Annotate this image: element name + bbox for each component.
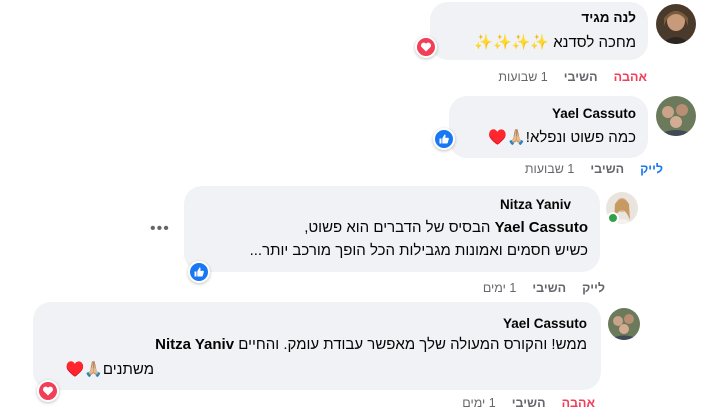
comment-text: Yael Cassuto הבסיס של הדברים הוא פשוט, <box>304 217 588 238</box>
like-button[interactable]: לייק <box>582 281 605 295</box>
reply-button[interactable]: השיבי <box>564 70 598 84</box>
comment-timestamp[interactable]: 1 שבועות <box>498 70 547 84</box>
comment-text: ממש! והקורס המעולה שלך מאפשר עבודת עומק.… <box>155 334 587 355</box>
comment-bubble: Yael Cassuto כמה פשוט ונפלא!🙏🏼♥️ <box>449 96 648 158</box>
comment-text-line2: כשיש חסמים ואמונות מגבילות הכל הופך מורכ… <box>249 242 588 259</box>
reply-button[interactable]: השיבי <box>512 396 546 410</box>
avatar[interactable] <box>656 4 696 44</box>
comment-text-rest: הבסיס של הדברים הוא פשוט, <box>304 219 495 236</box>
comment-timestamp[interactable]: 1 ימים <box>483 281 517 295</box>
comment-bubble: Yael Cassuto ממש! והקורס המעולה שלך מאפש… <box>33 302 601 390</box>
like-reaction-icon[interactable] <box>433 128 455 150</box>
mention-link[interactable]: Yael Cassuto <box>495 219 588 236</box>
comment-timestamp[interactable]: 1 ימים <box>462 396 496 410</box>
heart-reaction-icon[interactable] <box>415 36 437 58</box>
comment-text-start: ממש! והקורס המעולה שלך מאפשר עבודת עומק.… <box>234 336 587 353</box>
like-button[interactable]: לייק <box>640 162 663 176</box>
like-reaction-icon[interactable] <box>188 261 210 283</box>
love-button[interactable]: אהבה <box>562 396 595 410</box>
comment-bubble: Nitza Yaniv Yael Cassuto הבסיס של הדברים… <box>184 186 600 272</box>
heart-reaction-icon[interactable] <box>37 380 59 402</box>
reply-button[interactable]: השיבי <box>532 281 566 295</box>
mention-link[interactable]: Nitza Yaniv <box>155 336 234 353</box>
avatar[interactable] <box>608 308 640 340</box>
comment-text-line2: משתנים🙏🏼♥️ <box>65 361 154 378</box>
comment-author[interactable]: Yael Cassuto <box>552 106 636 121</box>
comment-timestamp[interactable]: 1 שבועות <box>525 162 574 176</box>
comment-author[interactable]: Yael Cassuto <box>503 316 587 331</box>
comment-author[interactable]: לנה מגיד <box>581 10 636 25</box>
online-status-indicator <box>607 212 619 224</box>
comment-text: כמה פשוט ונפלא!🙏🏼♥️ <box>488 129 636 146</box>
avatar[interactable] <box>656 96 696 136</box>
comment-author[interactable]: Nitza Yaniv <box>500 197 571 212</box>
comment-text: מחכה לסדנא ✨✨✨✨ <box>474 34 636 51</box>
love-button[interactable]: אהבה <box>614 70 647 84</box>
comment-actions: אהבה השיבי 1 שבועות <box>482 70 647 84</box>
comment-bubble: לנה מגיד מחכה לסדנא ✨✨✨✨ <box>430 2 648 60</box>
comment-actions: לייק השיבי 1 ימים <box>467 281 605 295</box>
reply-button[interactable]: השיבי <box>590 162 624 176</box>
comment-actions: אהבה השיבי 1 ימים <box>446 396 595 410</box>
comment-actions: לייק השיבי 1 שבועות <box>509 162 663 176</box>
more-options-icon[interactable]: ••• <box>150 220 170 238</box>
